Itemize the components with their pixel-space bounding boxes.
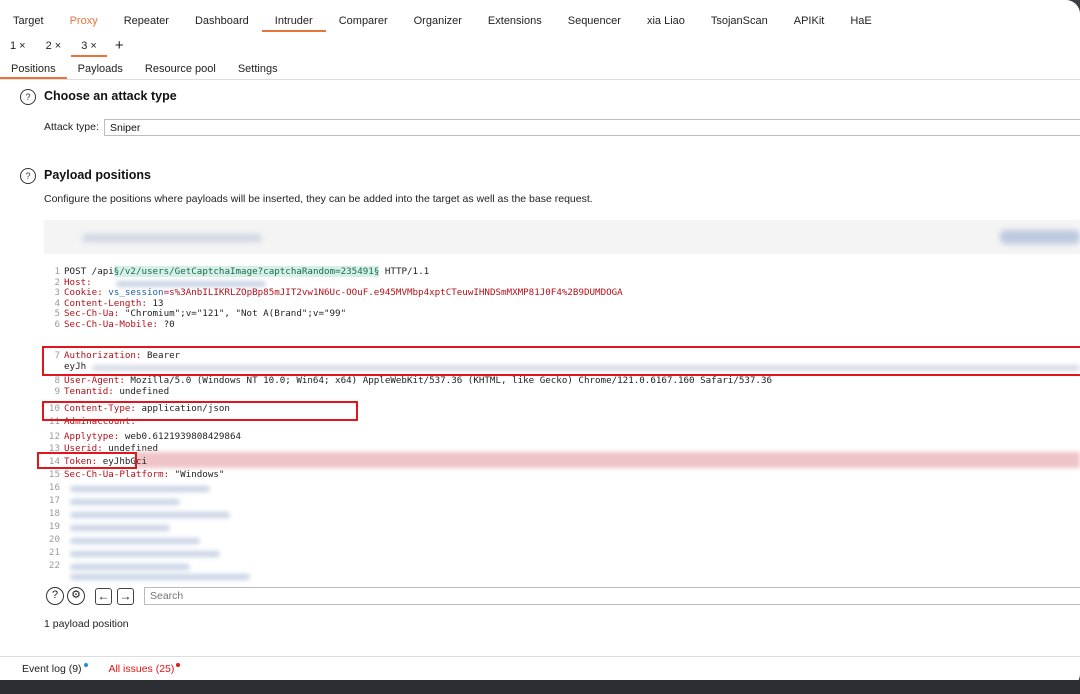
tab-comparer[interactable]: Comparer [326, 10, 401, 32]
tab-organizer[interactable]: Organizer [401, 10, 475, 32]
positions-help-icon[interactable]: ? [20, 168, 36, 184]
payload-count: 1 payload position [44, 618, 129, 630]
status-bar: Event log (9) All issues (25) [0, 656, 1080, 681]
request-line-6: 6 Sec-Ch-Ua-Mobile: ?0 [54, 319, 175, 330]
redacted-button [1000, 230, 1080, 244]
intruder-section-tabs: Positions Payloads Resource pool Setting… [0, 59, 1080, 80]
highlight-content-type [42, 401, 358, 421]
tab-target[interactable]: Target [0, 10, 57, 32]
request-line-20: 20 [48, 534, 60, 545]
attack-tab-1[interactable]: 1 × [0, 35, 36, 57]
request-line-18: 18 [48, 508, 60, 519]
redacted-token [136, 452, 1080, 468]
redacted-line-23 [70, 574, 250, 580]
forward-arrow-icon[interactable]: → [117, 588, 134, 605]
gear-icon[interactable]: ⚙ [67, 587, 85, 605]
event-log-dot [83, 663, 88, 667]
request-line-5: 5 Sec-Ch-Ua: "Chromium";v="121", "Not A(B… [54, 308, 347, 319]
tab-payloads[interactable]: Payloads [67, 59, 134, 79]
attack-help-icon[interactable]: ? [20, 89, 36, 105]
tab-apikit[interactable]: APIKit [781, 10, 838, 32]
attack-tab-2[interactable]: 2 × [36, 35, 72, 57]
window-shadow [0, 680, 1080, 694]
request-line-15: 15 Sec-Ch-Ua-Platform: "Windows" [48, 469, 225, 480]
redacted-line-18 [70, 512, 230, 518]
request-line-21: 21 [48, 547, 60, 558]
help-icon[interactable]: ? [46, 587, 64, 605]
burp-window: Target Proxy Repeater Dashboard Intruder… [0, 0, 1080, 688]
attack-tab-3[interactable]: 3 × [71, 35, 107, 57]
request-line-22: 22 [48, 560, 60, 571]
request-line-3: 3 Cookie: vs_session=s%3AnbILIKRLZOpBp85m… [54, 287, 623, 298]
tab-repeater[interactable]: Repeater [111, 10, 182, 32]
attack-type-select[interactable]: Sniper [104, 119, 1080, 136]
main-tab-bar: Target Proxy Repeater Dashboard Intruder… [0, 10, 1080, 32]
tab-xia-liao[interactable]: xia Liao [634, 10, 698, 32]
intruder-attack-tabs: 1 × 2 × 3 × + [0, 35, 132, 57]
tab-dashboard[interactable]: Dashboard [182, 10, 262, 32]
request-line-8: 8 User-Agent: Mozilla/5.0 (Windows NT 10.… [54, 375, 773, 386]
tab-resource-pool[interactable]: Resource pool [134, 59, 227, 79]
tab-sequencer[interactable]: Sequencer [555, 10, 634, 32]
tab-hae[interactable]: HaE [837, 10, 884, 32]
payload-positions-title: Payload positions [44, 168, 151, 182]
request-line-12: 12 Applytype: web0.6121939808429864 [48, 431, 242, 442]
search-input[interactable] [144, 587, 1080, 605]
add-tab-button[interactable]: + [107, 35, 132, 57]
event-log-link[interactable]: Event log (9) [22, 663, 82, 675]
request-line-17: 17 [48, 495, 60, 506]
tab-extensions[interactable]: Extensions [475, 10, 555, 32]
tab-positions[interactable]: Positions [0, 59, 67, 79]
redacted-line-21 [70, 551, 220, 557]
redacted-line-20 [70, 538, 200, 544]
tab-settings[interactable]: Settings [227, 59, 289, 79]
highlight-token [37, 452, 137, 469]
tab-proxy[interactable]: Proxy [57, 10, 111, 32]
redacted-line-17 [70, 499, 180, 505]
redacted-line-19 [70, 525, 170, 531]
issues-dot [176, 663, 181, 667]
request-line-9: 9 Tenantid: undefined [54, 386, 170, 397]
payload-positions-description: Configure the positions where payloads w… [44, 193, 593, 205]
request-line-16: 16 [48, 482, 60, 493]
attack-type-title: Choose an attack type [44, 89, 177, 103]
all-issues-link[interactable]: All issues (25) [108, 663, 174, 675]
redacted-line-22 [70, 564, 190, 570]
request-line-1: 1 POST /api§/v2/users/GetCaptchaImage?cap… [54, 266, 430, 277]
back-arrow-icon[interactable]: ← [95, 588, 112, 605]
attack-type-label: Attack type: [44, 121, 99, 133]
tab-tsojanscan[interactable]: TsojanScan [698, 10, 781, 32]
tab-intruder[interactable]: Intruder [261, 10, 326, 32]
redacted-line-16 [70, 486, 210, 492]
request-line-19: 19 [48, 521, 60, 532]
highlight-authorization [42, 346, 1080, 376]
redacted-target [82, 234, 262, 242]
